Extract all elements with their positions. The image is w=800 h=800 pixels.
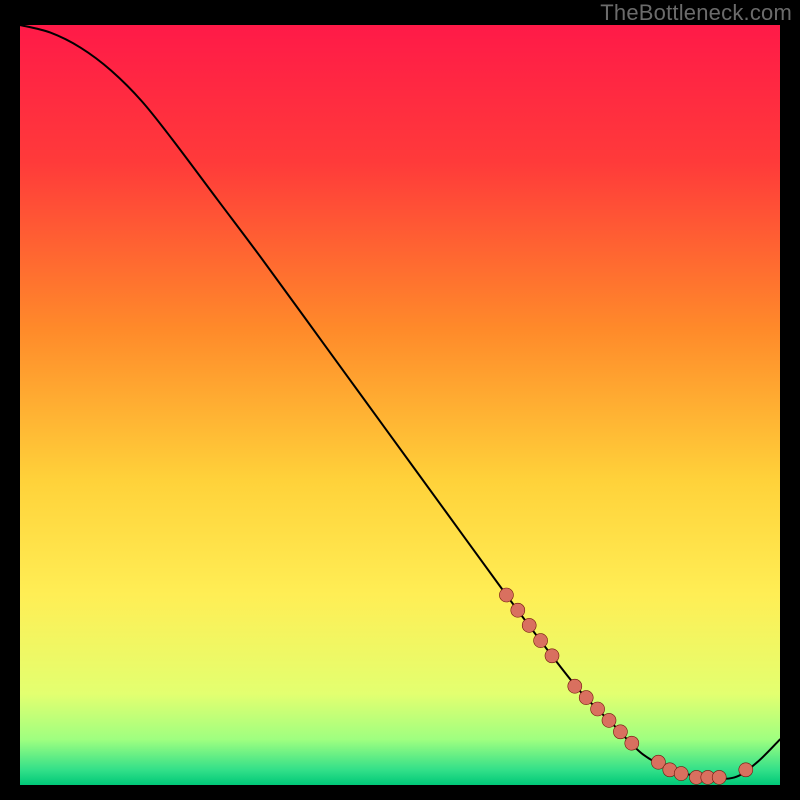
data-marker xyxy=(499,588,513,602)
data-marker xyxy=(568,679,582,693)
data-marker xyxy=(579,691,593,705)
gradient-background xyxy=(20,25,780,785)
data-marker xyxy=(712,770,726,784)
chart-svg xyxy=(0,0,800,800)
data-marker xyxy=(511,603,525,617)
data-marker xyxy=(522,618,536,632)
chart-canvas: TheBottleneck.com xyxy=(0,0,800,800)
data-marker xyxy=(545,649,559,663)
data-marker xyxy=(534,634,548,648)
data-marker xyxy=(602,713,616,727)
data-marker xyxy=(591,702,605,716)
data-marker xyxy=(739,763,753,777)
data-marker xyxy=(613,725,627,739)
data-marker xyxy=(674,767,688,781)
data-marker xyxy=(625,736,639,750)
